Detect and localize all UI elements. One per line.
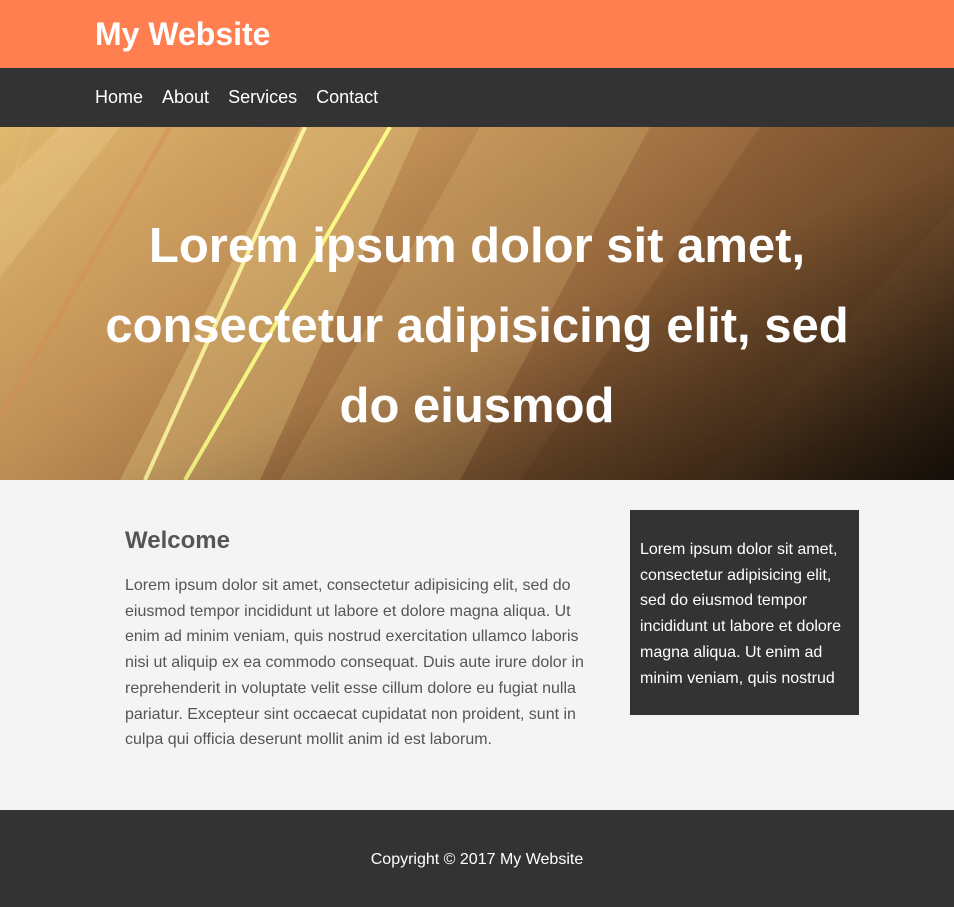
main-nav: Home About Services Contact (0, 68, 954, 127)
nav-list: Home About Services Contact (95, 86, 397, 108)
hero-title: Lorem ipsum dolor sit amet, consectetur … (105, 219, 849, 433)
sidebar-box: Lorem ipsum dolor sit amet, consectetur … (630, 510, 859, 715)
site-title[interactable]: My Website (95, 15, 270, 53)
sidebar-text: Lorem ipsum dolor sit amet, consectetur … (640, 541, 842, 687)
main-content-area: Welcome Lorem ipsum dolor sit amet, cons… (0, 480, 954, 810)
welcome-paragraph: Lorem ipsum dolor sit amet, consectetur … (125, 577, 584, 749)
hero-banner: Lorem ipsum dolor sit amet, consectetur … (0, 127, 954, 480)
copyright-text: Copyright © 2017 My Website (370, 851, 584, 868)
nav-item-services: Services (228, 86, 297, 108)
site-footer: Copyright © 2017 My Website (0, 810, 954, 907)
welcome-heading: Welcome (125, 527, 230, 554)
site-header: My Website (0, 0, 954, 68)
nav-link-services[interactable]: Services (228, 86, 297, 108)
nav-link-home[interactable]: Home (95, 86, 143, 108)
nav-link-contact[interactable]: Contact (316, 86, 378, 108)
nav-item-home: Home (95, 86, 143, 108)
welcome-section: Welcome Lorem ipsum dolor sit amet, cons… (125, 527, 600, 753)
nav-item-contact: Contact (316, 86, 378, 108)
nav-item-about: About (162, 86, 209, 108)
nav-link-about[interactable]: About (162, 86, 209, 108)
